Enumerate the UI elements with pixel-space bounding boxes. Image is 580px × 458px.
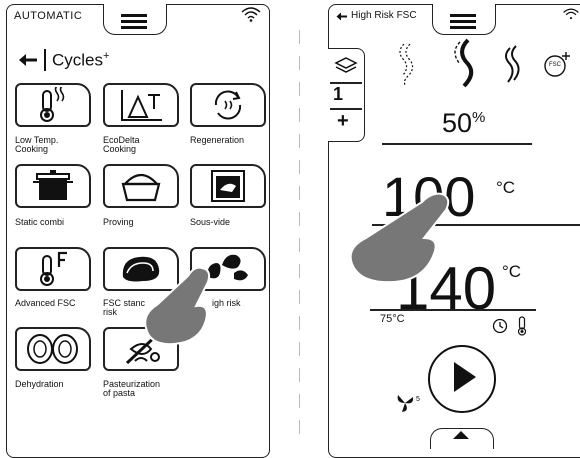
timer-icon[interactable] (492, 318, 508, 334)
regeneration-icon (214, 90, 242, 120)
tile-label: Pasteurization of pasta (103, 379, 161, 398)
tile-regeneration[interactable] (190, 83, 266, 127)
page-title-superscript: + (103, 50, 110, 62)
tile-ecodelta-cooking[interactable] (103, 83, 179, 127)
fan-icon[interactable] (394, 393, 416, 413)
tile-label: Static combi (15, 217, 65, 227)
tile-label: EcoDelta Cooking (103, 135, 140, 154)
delta-t-icon (121, 90, 162, 121)
mode-label: High Risk FSC (351, 10, 417, 21)
chamber-temperature-unit: °C (496, 178, 516, 197)
hand-pointer-icon (144, 266, 211, 346)
chevron-up-icon[interactable] (452, 430, 470, 440)
fan-speed: 5 (416, 396, 420, 403)
wifi-icon (241, 7, 261, 22)
sous-vide-bag-icon (211, 170, 245, 202)
humidity-underline (382, 143, 532, 145)
tile-label: Low Temp. Cooking (15, 135, 59, 154)
dehydration-icon (27, 334, 78, 364)
tile-label: Advanced FSC (15, 298, 76, 308)
hand-pointer-icon (349, 192, 450, 284)
fsc-badge-text: FSC (549, 62, 561, 68)
tile-dehydration[interactable] (15, 327, 91, 371)
tile-label: Dehydration (15, 379, 64, 389)
steam-high-icon[interactable] (502, 44, 524, 84)
core-probe-label: 75°C (380, 313, 405, 325)
probe-thermometer-icon[interactable] (516, 316, 528, 336)
tile-static-combi[interactable] (15, 164, 91, 208)
menu-icon-bar[interactable] (121, 14, 147, 17)
core-underline (370, 309, 536, 311)
tile-sous-vide[interactable] (190, 164, 266, 208)
center-divider (299, 30, 300, 440)
play-icon (454, 362, 476, 392)
thermometer-f-icon (40, 251, 67, 286)
core-temperature-unit: °C (502, 262, 522, 281)
mode-label: AUTOMATIC (14, 10, 83, 22)
humidity-number: 50 (442, 108, 473, 138)
back-arrow-icon[interactable] (336, 12, 348, 21)
step-number: 1 (333, 84, 344, 104)
page-title-text: Cycles (52, 50, 104, 70)
steam-low-icon[interactable] (398, 42, 416, 86)
humidity-value[interactable]: 50% (442, 108, 485, 139)
menu-icon-bar[interactable] (450, 14, 476, 17)
wifi-icon (563, 8, 579, 20)
pot-icon (33, 170, 73, 200)
steam-medium-icon[interactable] (448, 38, 478, 90)
thermometer-wave-icon (40, 87, 65, 122)
tile-label: Regeneration (190, 135, 245, 145)
back-arrow-icon[interactable] (18, 53, 38, 67)
tile-label: Sous-vide (190, 217, 231, 227)
menu-icon-bar[interactable] (121, 26, 147, 29)
bread-dough-icon (121, 173, 161, 202)
tile-label: igh risk (212, 298, 241, 308)
tile-advanced-fsc[interactable] (15, 247, 91, 291)
tile-proving[interactable] (103, 164, 179, 208)
menu-icon-bar[interactable] (450, 20, 476, 23)
layers-icon[interactable] (334, 56, 358, 76)
header-divider (44, 49, 46, 71)
add-step-button[interactable]: + (337, 110, 349, 133)
humidity-unit: % (472, 109, 486, 126)
tile-low-temp-cooking[interactable] (15, 83, 91, 127)
menu-icon-bar[interactable] (450, 26, 476, 29)
tile-label: Proving (103, 217, 134, 227)
menu-icon-bar[interactable] (121, 20, 147, 23)
page-title: Cycles+ (52, 50, 109, 71)
